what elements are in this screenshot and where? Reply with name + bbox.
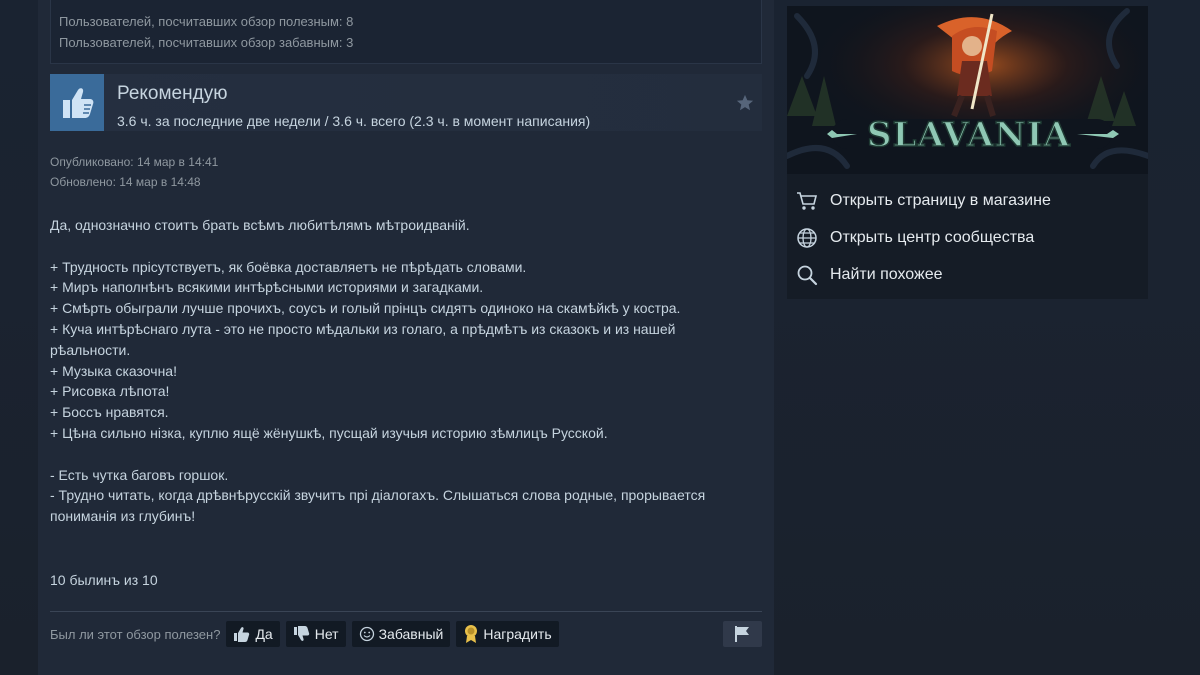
thumbs-up-icon — [234, 627, 250, 642]
review-line: Да, однозначно стоитъ брать всѣмъ любитѣ… — [50, 217, 470, 233]
helpful-question: Был ли этот обзор полезен? — [50, 626, 221, 642]
review-line: + Куча интѣрѣснаго лута - это не просто … — [50, 320, 676, 358]
cart-icon — [797, 191, 818, 210]
review-line: + Рисовка лѣпота! — [50, 383, 170, 400]
report-button[interactable] — [723, 621, 762, 647]
award-button[interactable]: Наградить — [456, 621, 559, 647]
award-icon — [465, 625, 478, 643]
helpful-funny-count: Пользователей, посчитавших обзор забавны… — [59, 35, 354, 50]
vote-no-label: Нет — [314, 626, 339, 642]
star-icon[interactable] — [736, 94, 754, 112]
award-label: Наградить — [483, 626, 552, 642]
vote-yes-label: Да — [255, 626, 273, 642]
open-community-hub-label: Открыть центр сообщества — [830, 228, 1035, 246]
review-score: 10 былинъ из 10 — [50, 572, 158, 588]
thumbs-down-icon — [293, 626, 309, 641]
review-line: + Миръ наполнѣнъ всякими интѣрѣсными ист… — [50, 279, 484, 296]
review-verdict-bar: Рекомендую 3.6 ч. за последние две недел… — [50, 74, 762, 131]
review-feedback-bar: Был ли этот обзор полезен? Да Нет Забавн… — [50, 621, 762, 647]
game-capsule-image[interactable]: SLAVANIA — [787, 6, 1148, 174]
game-panel: SLAVANIA Открыть страницу в магазине Отк… — [787, 6, 1148, 299]
open-store-page-label: Открыть страницу в магазине — [830, 191, 1051, 209]
review-line: - Есть чутка баговъ горшок. — [50, 466, 229, 483]
svg-text:SLAVANIA: SLAVANIA — [867, 115, 1071, 155]
helpful-summary: Пользователей, посчитавших обзор полезны… — [50, 0, 762, 64]
review-text: Да, однозначно стоитъ брать всѣмъ любитѣ… — [50, 215, 740, 527]
review-line: + Цѣна сильно нізка, куплю ящё жёнушкѣ, … — [50, 424, 608, 441]
playtime-hours: 3.6 ч. за последние две недели / 3.6 ч. … — [117, 113, 591, 129]
globe-icon — [797, 227, 817, 248]
published-date: Опубликовано: 14 мар в 14:41 — [50, 155, 219, 169]
vote-funny-label: Забавный — [378, 626, 444, 642]
review-line: - Трудно читать, когда дрѣвнѣрусскій зву… — [50, 487, 706, 525]
vote-funny-button[interactable]: Забавный — [351, 621, 451, 647]
updated-date: Обновлено: 14 мар в 14:48 — [50, 175, 201, 189]
open-community-hub-link[interactable]: Открыть центр сообщества — [787, 219, 1148, 256]
helpful-useful-count: Пользователей, посчитавших обзор полезны… — [59, 14, 354, 29]
find-similar-link[interactable]: Найти похожее — [787, 256, 1148, 293]
vote-yes-button[interactable]: Да — [226, 621, 280, 647]
review-dates: Опубликовано: 14 мар в 14:41 Обновлено: … — [50, 152, 218, 192]
divider — [50, 611, 762, 612]
game-links: Открыть страницу в магазине Открыть цент… — [787, 182, 1148, 293]
search-icon — [797, 265, 818, 285]
smiley-icon — [359, 626, 374, 642]
find-similar-label: Найти похожее — [830, 265, 943, 283]
review-line: + Трудность прісутствуетъ, як боёвка дос… — [50, 258, 527, 275]
review-line: + Смѣрть обыграли лучше прочихъ, соусъ и… — [50, 300, 681, 317]
flag-icon — [734, 626, 749, 642]
open-store-page-link[interactable]: Открыть страницу в магазине — [787, 182, 1148, 219]
thumbs-up-icon — [50, 74, 104, 131]
review-line: + Музыка сказочна! — [50, 362, 177, 379]
vote-no-button[interactable]: Нет — [285, 621, 346, 647]
review-line: + Боссъ нравятся. — [50, 404, 169, 421]
verdict-title: Рекомендую — [117, 83, 228, 104]
